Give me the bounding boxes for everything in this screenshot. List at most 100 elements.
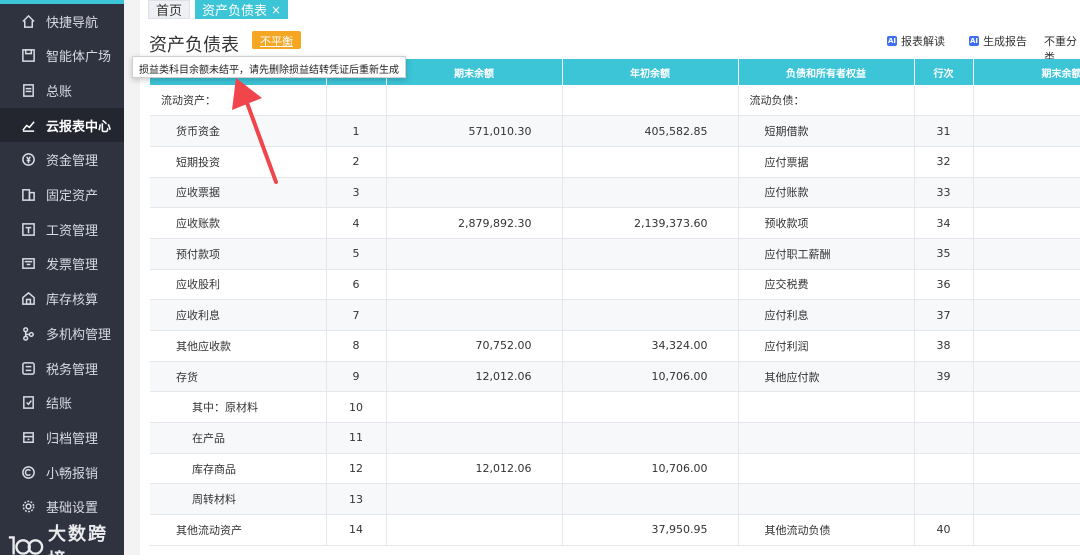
asset-end-balance-cell xyxy=(386,514,563,546)
liability-name-cell xyxy=(738,422,915,454)
liability-name-cell: 应付利息 xyxy=(738,299,915,331)
table-row[interactable]: 预付款项 5 应付职工薪酬 35 xyxy=(150,238,1080,270)
sidebar-item[interactable]: 资金管理 xyxy=(0,143,124,177)
table-row[interactable]: 其中：原材料 10 xyxy=(150,391,1080,424)
asset-end-balance-cell xyxy=(386,422,563,454)
tab-close-icon[interactable]: × xyxy=(271,3,281,17)
sidebar-item[interactable]: 多机构管理 xyxy=(0,316,124,350)
asset-name-cell: 应收利息 xyxy=(150,299,327,331)
asset-begin-balance-cell xyxy=(562,269,739,301)
gear-icon xyxy=(20,499,36,515)
generate-report-label: 生成报告 xyxy=(983,35,1027,48)
table-row[interactable]: 库存商品 12 12,012.06 10,706.00 xyxy=(150,453,1080,485)
table-row[interactable]: 其他流动资产 14 37,950.95 其他流动负债 40 xyxy=(150,514,1080,546)
table-header-cell: 行次 xyxy=(914,59,974,85)
sidebar-item[interactable]: 固定资产 xyxy=(0,178,124,212)
table-row[interactable]: 在产品 11 xyxy=(150,422,1080,454)
liability-line-cell xyxy=(914,85,974,117)
save-icon xyxy=(20,48,36,64)
reimburse-icon xyxy=(20,464,36,480)
ai-icon: AI xyxy=(969,36,979,46)
sidebar-item[interactable]: 快捷导航 xyxy=(0,4,124,38)
tab-bar: 首页 资产负债表 × xyxy=(140,0,1080,20)
sidebar-item[interactable]: 税务管理 xyxy=(0,351,124,385)
sidebar-item[interactable]: 归档管理 xyxy=(0,420,124,454)
liability-line-cell xyxy=(914,391,974,424)
payroll-icon xyxy=(20,221,36,237)
table-row[interactable]: 应收利息 7 应付利息 37 xyxy=(150,299,1080,331)
liability-end-balance-cell xyxy=(973,85,1080,117)
asset-line-cell: 11 xyxy=(326,422,387,454)
liability-end-balance-cell: 53 xyxy=(973,361,1080,393)
liability-name-cell xyxy=(738,453,915,485)
table-row[interactable]: 短期投资 2 应付票据 32 xyxy=(150,146,1080,178)
sidebar-item[interactable]: 云报表中心 xyxy=(0,108,124,143)
liability-name-cell: 应付票据 xyxy=(738,146,915,178)
liability-name-cell xyxy=(738,483,915,516)
liability-end-balance-cell: 19 xyxy=(973,269,1080,301)
asset-line-cell xyxy=(326,85,387,117)
liability-end-balance-cell xyxy=(973,146,1080,178)
asset-line-cell: 12 xyxy=(326,453,387,485)
table-row[interactable]: 周转材料 13 xyxy=(150,483,1080,516)
liability-end-balance-cell: 3 xyxy=(973,177,1080,209)
sidebar-item-label: 资金管理 xyxy=(46,154,99,170)
sidebar-item-label: 快捷导航 xyxy=(46,15,99,31)
sidebar-item[interactable]: 工资管理 xyxy=(0,212,124,246)
asset-end-balance-cell: 70,752.00 xyxy=(386,330,563,362)
ledger-icon xyxy=(20,82,36,98)
liability-end-balance-cell xyxy=(973,238,1080,270)
sidebar-item[interactable]: 小畅报销 xyxy=(0,455,124,489)
table-row[interactable]: 其他应收款 8 70,752.00 34,324.00 应付利润 38 xyxy=(150,330,1080,362)
report-read-button[interactable]: AI 报表解读 xyxy=(887,33,945,49)
liability-line-cell: 40 xyxy=(914,514,974,546)
table-header-cell: 负债和所有者权益 xyxy=(738,59,915,85)
liability-end-balance-cell xyxy=(973,422,1080,454)
sidebar-scrollbar[interactable] xyxy=(124,0,261,555)
sidebar-item-label: 发票管理 xyxy=(46,258,99,274)
ai-icon: AI xyxy=(887,36,897,46)
asset-name-cell: 在产品 xyxy=(150,422,327,454)
table-row[interactable]: 应收股利6 应交税费3619 xyxy=(150,269,1080,301)
liability-line-cell: 35 xyxy=(914,238,974,270)
asset-end-balance-cell: 12,012.06 xyxy=(386,453,563,485)
liability-line-cell: 31 xyxy=(914,115,974,147)
liability-line-cell: 36 xyxy=(914,269,974,301)
asset-begin-balance-cell xyxy=(562,177,739,209)
building-icon xyxy=(20,187,36,203)
liability-end-balance-cell xyxy=(973,330,1080,362)
sidebar-item-label: 库存核算 xyxy=(46,293,99,309)
table-row[interactable]: 存货912,012.0610,706.00其他应付款3953 xyxy=(150,361,1080,393)
money-icon xyxy=(20,152,36,168)
table-row[interactable]: 应收账款 4 2,879,892.30 2,139,373.60 预收款项 34 xyxy=(150,207,1080,239)
sidebar-item[interactable]: 总账 xyxy=(0,73,124,107)
close-book-icon xyxy=(20,395,36,411)
liability-name-cell: 流动负债： xyxy=(738,85,915,117)
sidebar-item[interactable]: 发票管理 xyxy=(0,247,124,281)
asset-begin-balance-cell xyxy=(562,238,739,270)
asset-line-cell: 3 xyxy=(326,177,387,209)
generate-report-button[interactable]: AI 生成报告 xyxy=(969,33,1027,49)
table-row[interactable]: 货币资金 1 571,010.30 405,582.85 短期借款 31 xyxy=(150,115,1080,147)
table-row[interactable]: 应收票据3应付账款333 xyxy=(150,177,1080,209)
asset-begin-balance-cell xyxy=(562,422,739,454)
sidebar-item[interactable]: 智能体广场 xyxy=(0,39,124,73)
liability-line-cell: 39 xyxy=(914,361,974,393)
asset-end-balance-cell xyxy=(386,391,563,424)
tax-icon xyxy=(20,360,36,376)
sidebar-item[interactable]: 库存核算 xyxy=(0,282,124,316)
table-row[interactable]: 流动资产： 流动负债： xyxy=(150,85,1080,117)
asset-begin-balance-cell xyxy=(562,299,739,331)
liability-line-cell xyxy=(914,483,974,516)
sidebar-item[interactable]: 基础设置 xyxy=(0,490,124,524)
tab-home[interactable]: 首页 xyxy=(148,0,191,19)
asset-line-cell: 9 xyxy=(326,361,387,393)
asset-begin-balance-cell xyxy=(562,391,739,424)
unbalanced-badge[interactable]: 不平衡 xyxy=(252,31,301,49)
watermark: 大数跨境 xyxy=(6,520,124,555)
warning-tooltip: 损益类科目余额未结平，请先删除损益结转凭证后重新生成 xyxy=(132,56,406,78)
sidebar-item[interactable]: 结账 xyxy=(0,386,124,420)
invoice-icon xyxy=(20,256,36,272)
liability-name-cell: 应付账款 xyxy=(738,177,915,209)
tab-balance-sheet[interactable]: 资产负债表 × xyxy=(195,0,289,19)
